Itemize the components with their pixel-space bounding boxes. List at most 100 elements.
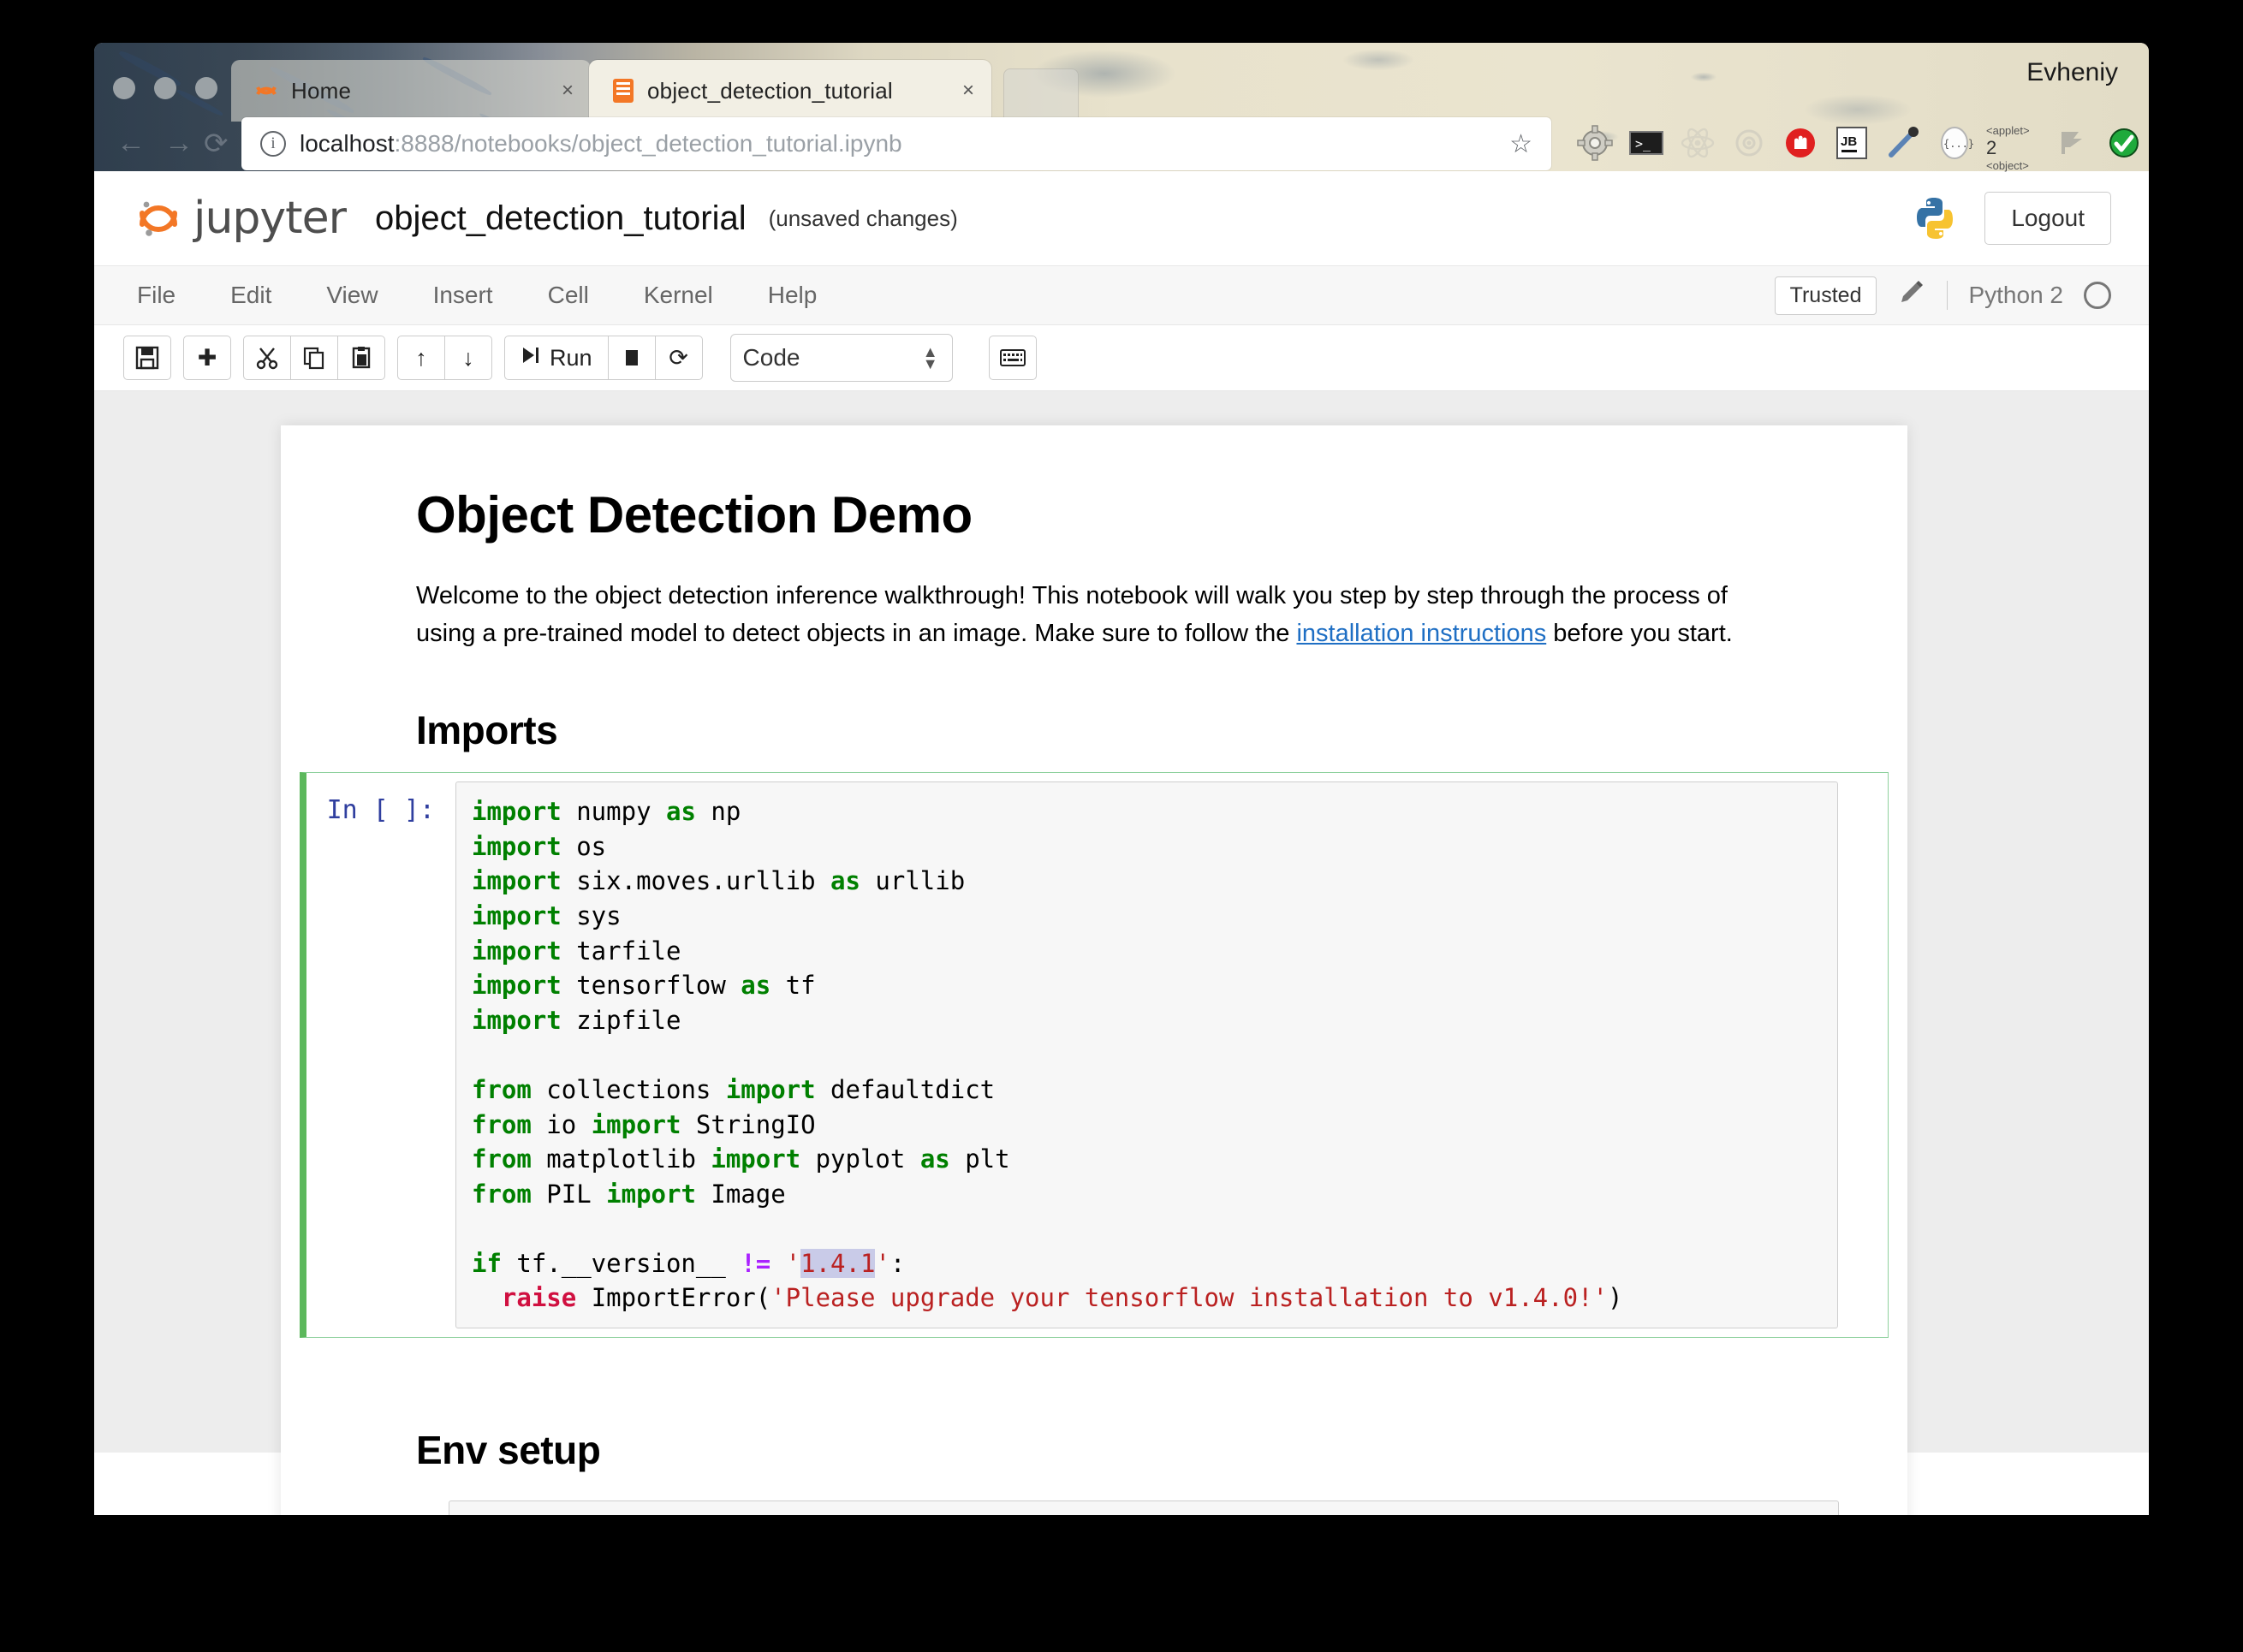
toolbar-divider (1947, 281, 1948, 310)
new-tab-button[interactable] (1003, 68, 1079, 123)
adblock-stop-icon[interactable] (1781, 123, 1820, 163)
kernel-name-label: Python 2 (1968, 282, 2063, 309)
browser-window: Home × object_detection_tutorial × ← → (94, 43, 2149, 1515)
browser-tab-object-detection-tutorial[interactable]: object_detection_tutorial × (589, 60, 991, 122)
address-bar-url: localhost:8888/notebooks/object_detectio… (300, 130, 902, 157)
browser-tab-home[interactable]: Home × (231, 60, 591, 122)
svg-text:JB: JB (1841, 134, 1857, 149)
restart-kernel-button[interactable]: ⟳ (655, 336, 703, 380)
toolbar-group-move: ↑ ↓ (397, 336, 492, 380)
close-icon[interactable]: × (962, 79, 974, 103)
browser-tabstrip: Home × object_detection_tutorial × (94, 51, 2149, 120)
notebook-container: Object Detection Demo Welcome to the obj… (281, 425, 1907, 1515)
menu-item-file[interactable]: File (137, 282, 203, 309)
tab-title: Home (291, 78, 351, 104)
color-picker-icon[interactable] (1883, 123, 1923, 163)
notebook-name[interactable]: object_detection_tutorial (375, 199, 747, 238)
menu-item-cell[interactable]: Cell (521, 282, 616, 309)
window-minimize-button[interactable] (154, 77, 176, 99)
browser-chrome: Home × object_detection_tutorial × ← → (94, 43, 2149, 171)
run-icon (521, 345, 541, 371)
kernel-idle-indicator-icon (2084, 282, 2111, 309)
interrupt-kernel-button[interactable] (608, 336, 656, 380)
code-cell-imports[interactable]: In [ ]: import numpy as np import os imp… (300, 772, 1889, 1338)
run-button-label: Run (550, 345, 592, 371)
site-info-icon[interactable]: i (260, 131, 286, 157)
copy-cell-button[interactable] (290, 336, 338, 380)
section-heading-imports: Imports (416, 707, 1813, 753)
jupyter-menubar: File Edit View Insert Cell Kernel Help T… (94, 266, 2149, 325)
intro-paragraph: Welcome to the object detection inferenc… (416, 577, 1786, 652)
json-viewer-icon[interactable]: {...} (1935, 123, 1974, 163)
jupyter-logo-icon (137, 196, 181, 241)
screenshot-root: Home × object_detection_tutorial × ← → (0, 0, 2243, 1652)
toolbar-group-insert: ✚ (183, 336, 231, 380)
code-editor-env-setup[interactable]: # This is needed to display the images. … (449, 1500, 1839, 1515)
toolbar-group-run: Run ⟳ (504, 336, 703, 380)
url-path: :8888/notebooks/object_detection_tutoria… (395, 130, 902, 157)
reload-icon[interactable]: ⟳ (204, 127, 229, 161)
forward-icon[interactable]: → (164, 127, 193, 160)
trust-status-badge[interactable]: Trusted (1775, 276, 1877, 315)
checkmark-icon[interactable] (2104, 123, 2144, 163)
chevron-updown-icon: ▲▼ (923, 346, 938, 371)
window-traffic-lights[interactable] (113, 77, 217, 99)
bookmark-star-icon[interactable]: ☆ (1509, 129, 1532, 159)
jupyter-notebook-page: jupyter object_detection_tutorial (unsav… (94, 171, 2149, 1515)
address-bar[interactable]: i localhost:8888/notebooks/object_detect… (241, 117, 1551, 170)
intro-text-after-link: before you start. (1546, 620, 1733, 647)
react-icon[interactable] (1678, 123, 1717, 163)
save-button[interactable] (123, 336, 171, 380)
move-cell-up-button[interactable]: ↑ (397, 336, 445, 380)
cut-cell-button[interactable] (243, 336, 291, 380)
menu-item-view[interactable]: View (299, 282, 405, 309)
window-close-button[interactable] (113, 77, 135, 99)
cell-prompt: In [ ]: (306, 781, 455, 825)
atom-icon[interactable] (1729, 123, 1769, 163)
jupyter-menubar-right: Trusted Python 2 (1775, 266, 2111, 324)
terminal-icon[interactable]: >_ (1627, 123, 1666, 163)
cell-type-select[interactable]: Code ▲▼ (730, 334, 953, 382)
command-palette-button[interactable] (989, 336, 1037, 380)
notebook-icon (613, 79, 634, 103)
installation-instructions-link[interactable]: installation instructions (1296, 620, 1546, 647)
python-logo-icon (1911, 194, 1959, 242)
jupyter-logo[interactable]: jupyter (137, 193, 346, 244)
jetbrains-icon[interactable]: JB (1832, 123, 1871, 163)
insert-cell-below-button[interactable]: ✚ (183, 336, 231, 380)
page-title: Object Detection Demo (416, 485, 1813, 544)
jupyter-icon (255, 80, 277, 102)
move-cell-down-button[interactable]: ↓ (444, 336, 492, 380)
menu-item-help[interactable]: Help (741, 282, 845, 309)
applet-count: 2 (1986, 137, 1996, 158)
close-icon[interactable]: × (562, 79, 574, 103)
menu-item-kernel[interactable]: Kernel (616, 282, 741, 309)
toolbar-group-edit (243, 336, 385, 380)
code-editor-imports[interactable]: import numpy as np import os import six.… (455, 781, 1838, 1328)
jupyter-header: jupyter object_detection_tutorial (unsav… (94, 171, 2149, 266)
menu-item-insert[interactable]: Insert (406, 282, 521, 309)
jupyter-header-right: Logout (1911, 171, 2111, 265)
tab-title: object_detection_tutorial (647, 78, 893, 104)
run-cell-button[interactable]: Run (504, 336, 609, 380)
browser-profile-name[interactable]: Evheniy (2026, 58, 2118, 87)
markdown-cell-env-setup[interactable]: Env setup (281, 1338, 1907, 1473)
applet-object-counter-icon[interactable]: <applet> 2 <object> (1986, 123, 2041, 163)
toolbar-group-save (123, 336, 171, 380)
back-icon[interactable]: ← (116, 127, 146, 160)
paste-cell-button[interactable] (337, 336, 385, 380)
browser-extensions-bar: >_ JB (1575, 123, 2149, 163)
gear-icon[interactable] (1575, 123, 1615, 163)
window-zoom-button[interactable] (195, 77, 217, 99)
applet-bottom-label: <object> (1986, 159, 2029, 172)
menu-item-edit[interactable]: Edit (203, 282, 299, 309)
svg-text:{...}: {...} (1943, 138, 1974, 150)
logout-button[interactable]: Logout (1984, 192, 2111, 245)
code-cell-env-setup[interactable]: In [ ]: # This is needed to display the … (300, 1492, 1889, 1515)
markdown-cell-intro[interactable]: Object Detection Demo Welcome to the obj… (281, 425, 1907, 753)
flag-icon[interactable] (2053, 123, 2092, 163)
applet-top-label: <applet> (1986, 124, 2030, 137)
cell-type-value: Code (743, 344, 800, 371)
browser-omnibox-row: ← → ⟳ i localhost:8888/notebooks/object_… (94, 120, 2149, 171)
edit-pencil-icon (1897, 278, 1926, 313)
